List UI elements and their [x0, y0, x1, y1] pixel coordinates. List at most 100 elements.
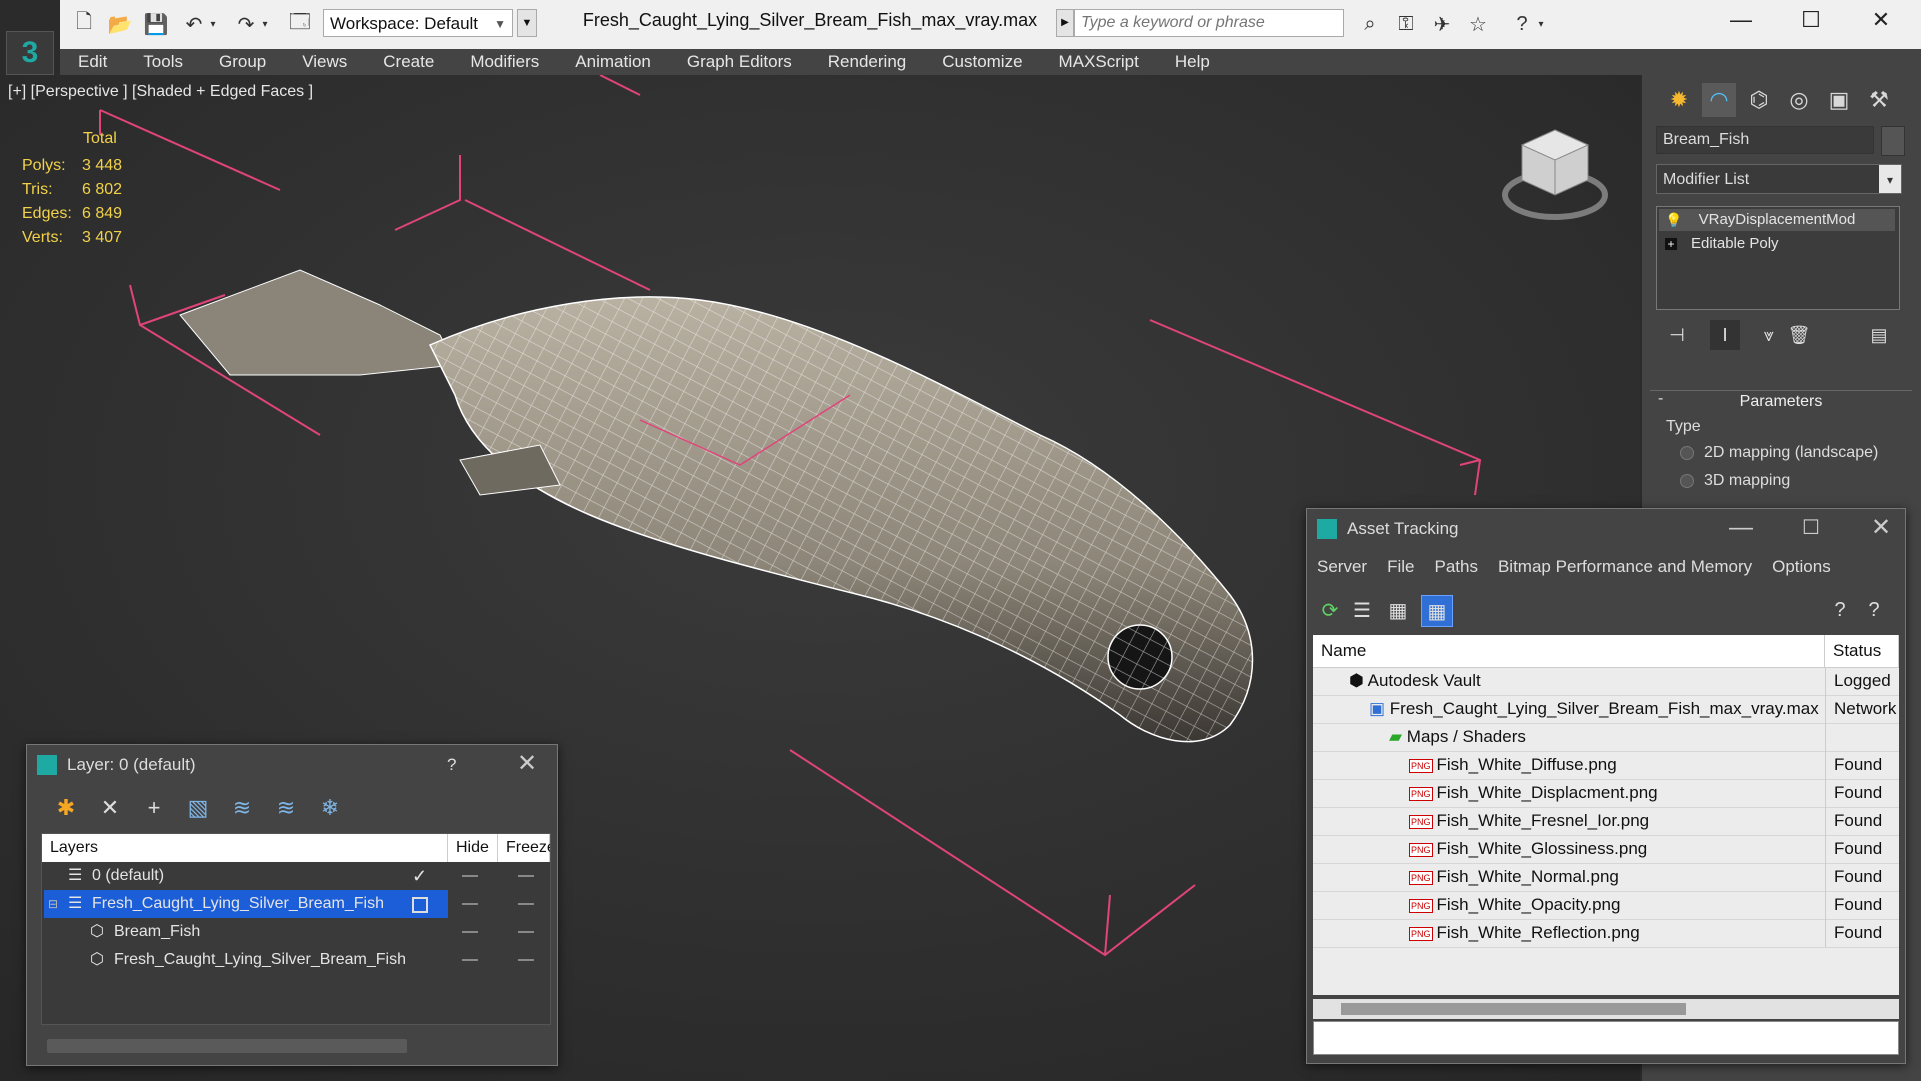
- redo-dropdown-icon[interactable]: ▾: [258, 10, 272, 38]
- scrollbar-thumb[interactable]: [1341, 1003, 1686, 1015]
- key-icon[interactable]: ⚿: [1392, 10, 1420, 38]
- menu-tools[interactable]: Tools: [125, 49, 201, 75]
- col-freeze[interactable]: Freeze: [498, 834, 550, 862]
- make-unique-icon[interactable]: ⩔: [1754, 320, 1784, 350]
- layer-row-fish-object[interactable]: ⬡ Fresh_Caught_Lying_Silver_Bream_Fish: [42, 946, 550, 974]
- maximize-icon[interactable]: ☐: [1791, 509, 1831, 549]
- add-to-layer-icon[interactable]: +: [139, 793, 169, 823]
- hide-all-icon[interactable]: ≋: [271, 793, 301, 823]
- asset-row-maps-shaders[interactable]: ▰ Maps / Shaders: [1313, 723, 1899, 752]
- col-layers[interactable]: Layers: [42, 834, 448, 862]
- minimize-icon[interactable]: —: [1721, 509, 1761, 549]
- create-tab-icon[interactable]: ✹: [1662, 83, 1696, 117]
- close-icon[interactable]: ✕: [1861, 509, 1901, 549]
- modifier-list-dropdown[interactable]: Modifier List ▾: [1656, 164, 1902, 194]
- communication-center-icon[interactable]: ✈: [1428, 10, 1456, 38]
- menu-edit[interactable]: Edit: [60, 49, 125, 75]
- layer-row-fish-layer[interactable]: ⊟ ☰ Fresh_Caught_Lying_Silver_Bream_Fish: [42, 890, 550, 918]
- object-name-field[interactable]: [1656, 126, 1874, 154]
- menu-animation[interactable]: Animation: [557, 49, 669, 75]
- close-icon[interactable]: ✕: [507, 745, 547, 785]
- freeze-all-icon[interactable]: ❄: [315, 793, 345, 823]
- asset-row-map[interactable]: PNG Fish_White_Opacity.png Found: [1313, 891, 1899, 920]
- active-layer-box-icon[interactable]: [412, 897, 428, 913]
- workspace-menu-button[interactable]: ▼: [517, 9, 537, 37]
- hide-toggle[interactable]: [462, 931, 478, 933]
- menu-bitmap-performance[interactable]: Bitmap Performance and Memory: [1488, 557, 1762, 577]
- favorites-star-icon[interactable]: ☆: [1464, 10, 1492, 38]
- layer-row-bream-fish[interactable]: ⬡ Bream_Fish: [42, 918, 550, 946]
- menu-create[interactable]: Create: [365, 49, 452, 75]
- table-view-icon[interactable]: ▦: [1421, 595, 1453, 627]
- search-input[interactable]: [1074, 9, 1344, 37]
- thumbnail-view-icon[interactable]: ▦: [1383, 595, 1413, 625]
- new-file-icon[interactable]: 🗋: [70, 10, 98, 38]
- freeze-toggle[interactable]: [518, 959, 534, 961]
- menu-rendering[interactable]: Rendering: [810, 49, 924, 75]
- asset-row-vault[interactable]: ⬢ Autodesk Vault Logged: [1313, 667, 1899, 696]
- rollout-header[interactable]: Parameters: [1650, 390, 1912, 413]
- project-folder-icon[interactable]: 🗔: [286, 10, 314, 38]
- help-question-icon[interactable]: ?: [1825, 595, 1855, 625]
- minimize-button[interactable]: —: [1706, 0, 1776, 40]
- menu-help[interactable]: Help: [1157, 49, 1228, 75]
- list-view-icon[interactable]: ☰: [1347, 595, 1377, 625]
- viewport-label[interactable]: [+] [Perspective ] [Shaded + Edged Faces…: [8, 83, 313, 101]
- collapse-icon[interactable]: ⊟: [48, 890, 58, 918]
- col-status[interactable]: Status: [1825, 635, 1899, 667]
- checkmark-icon[interactable]: ✓: [412, 862, 427, 890]
- display-tab-icon[interactable]: ▣: [1822, 83, 1856, 117]
- asset-row-map[interactable]: PNG Fish_White_Reflection.png Found: [1313, 919, 1899, 948]
- expand-plus-icon[interactable]: +: [1665, 238, 1677, 250]
- menu-options[interactable]: Options: [1762, 557, 1841, 577]
- menu-server[interactable]: Server: [1307, 557, 1377, 577]
- menu-views[interactable]: Views: [284, 49, 365, 75]
- horizontal-scrollbar[interactable]: [47, 1039, 407, 1053]
- stack-item-vray-displacement[interactable]: 💡 VRayDisplacementMod: [1659, 209, 1895, 231]
- help-icon[interactable]: ?: [1508, 10, 1536, 38]
- utilities-tab-icon[interactable]: ⚒: [1862, 83, 1896, 117]
- binoculars-icon[interactable]: ⌕: [1356, 10, 1384, 38]
- help-dropdown-icon[interactable]: ▾: [1534, 10, 1548, 38]
- stack-item-editable-poly[interactable]: + Editable Poly: [1659, 233, 1895, 255]
- close-button[interactable]: ✕: [1846, 0, 1916, 40]
- modify-tab-icon[interactable]: ◠: [1702, 83, 1736, 117]
- asset-row-map[interactable]: PNG Fish_White_Normal.png Found: [1313, 863, 1899, 892]
- viewcube-icon[interactable]: [1500, 125, 1610, 225]
- refresh-icon[interactable]: ⟳: [1315, 595, 1345, 625]
- lightbulb-icon[interactable]: 💡: [1665, 209, 1682, 231]
- hide-toggle[interactable]: [462, 875, 478, 877]
- help-icon[interactable]: ?: [447, 745, 456, 785]
- open-file-icon[interactable]: 📂: [106, 10, 134, 38]
- delete-layer-icon[interactable]: ✕: [95, 793, 125, 823]
- hide-toggle[interactable]: [462, 959, 478, 961]
- layer-row-default[interactable]: ☰ 0 (default) ✓: [42, 862, 550, 890]
- menu-group[interactable]: Group: [201, 49, 284, 75]
- menu-maxscript[interactable]: MAXScript: [1041, 49, 1157, 75]
- select-objects-icon[interactable]: ▧: [183, 793, 213, 823]
- horizontal-scrollbar[interactable]: [1313, 999, 1899, 1019]
- col-hide[interactable]: Hide: [448, 834, 498, 862]
- radio-2d-mapping[interactable]: 2D mapping (landscape): [1680, 444, 1878, 462]
- search-expand-button[interactable]: ▶: [1056, 9, 1074, 37]
- menu-modifiers[interactable]: Modifiers: [452, 49, 557, 75]
- asset-path-field[interactable]: [1313, 1021, 1899, 1055]
- asset-row-map[interactable]: PNG Fish_White_Fresnel_Ior.png Found: [1313, 807, 1899, 836]
- menu-graph-editors[interactable]: Graph Editors: [669, 49, 810, 75]
- menu-customize[interactable]: Customize: [924, 49, 1040, 75]
- col-name[interactable]: Name: [1313, 635, 1825, 667]
- hide-toggle[interactable]: [462, 903, 478, 905]
- show-end-result-icon[interactable]: Ⅰ: [1710, 320, 1740, 350]
- undo-dropdown-icon[interactable]: ▾: [206, 10, 220, 38]
- asset-row-map[interactable]: PNG Fish_White_Displacment.png Found: [1313, 779, 1899, 808]
- help-info-icon[interactable]: ?: [1859, 595, 1889, 625]
- remove-modifier-icon[interactable]: 🗑: [1784, 320, 1814, 350]
- freeze-toggle[interactable]: [518, 931, 534, 933]
- new-layer-icon[interactable]: ✱: [51, 793, 81, 823]
- radio-icon[interactable]: [1680, 474, 1694, 488]
- asset-row-map[interactable]: PNG Fish_White_Diffuse.png Found: [1313, 751, 1899, 780]
- object-color-swatch[interactable]: [1881, 126, 1905, 156]
- highlight-layer-icon[interactable]: ≋: [227, 793, 257, 823]
- collapse-icon[interactable]: -: [1658, 390, 1663, 408]
- window-titlebar[interactable]: Layer: 0 (default) ?: [27, 745, 557, 785]
